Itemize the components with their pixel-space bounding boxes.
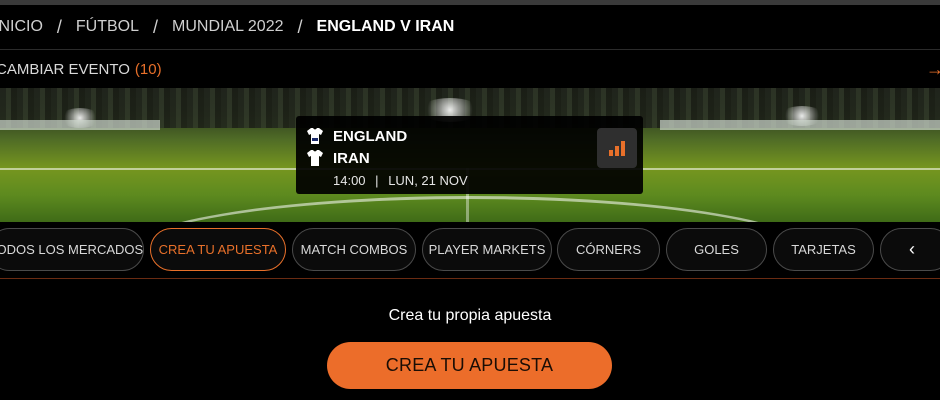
ad-board: [0, 120, 160, 130]
match-datetime: 14:00 | LUN, 21 NOV: [333, 173, 468, 188]
breadcrumb-current-event: ENGLAND V IRAN: [316, 18, 455, 35]
tab-label: CÓRNERS: [575, 242, 641, 257]
breadcrumb-separator: /: [56, 16, 62, 37]
arrow-right-icon[interactable]: →: [926, 59, 940, 80]
datetime-separator: |: [375, 173, 379, 188]
tab-cards[interactable]: TARJETAS: [773, 228, 874, 271]
tab-bet-builder[interactable]: CREA TU APUESTA: [150, 228, 286, 271]
bar-chart-bar: [609, 150, 613, 156]
away-team: IRAN: [306, 149, 370, 167]
tab-label: GOLES: [694, 242, 739, 257]
match-date: LUN, 21 NOV: [388, 173, 468, 188]
tab-goals[interactable]: GOLES: [666, 228, 767, 271]
tab-label: PLAYER MARKETS: [428, 242, 546, 257]
divider: [0, 278, 940, 279]
home-team: ENGLAND: [306, 127, 407, 145]
breadcrumb-football[interactable]: FÚTBOL: [76, 18, 139, 36]
tab-label: MATCH COMBOS: [300, 242, 408, 257]
tab-player-markets[interactable]: PLAYER MARKETS: [422, 228, 552, 271]
match-time: 14:00: [333, 173, 366, 188]
tab-corners[interactable]: CÓRNERS: [557, 228, 660, 271]
tab-all-markets[interactable]: TODOS LOS MERCADOS: [0, 228, 144, 271]
change-event-label: CAMBIAR EVENTO: [0, 60, 130, 78]
bar-chart-bar: [621, 141, 625, 156]
bar-chart-bar: [615, 146, 619, 156]
breadcrumb-world-cup[interactable]: MUNDIAL 2022: [172, 18, 283, 36]
event-count: (10): [134, 60, 162, 78]
match-card[interactable]: ENGLAND IRAN 14:00 | LUN, 21 NOV: [296, 116, 643, 194]
breadcrumb-home[interactable]: INICIO: [0, 18, 43, 36]
chevron-left-icon[interactable]: ‹: [880, 228, 940, 271]
breadcrumb-separator: /: [153, 16, 159, 37]
bet-builder-prompt: Crea tu propia apuesta: [388, 307, 552, 324]
bar-chart-icon[interactable]: [597, 128, 637, 168]
change-event-bar[interactable]: CAMBIAR EVENTO (10) →: [0, 50, 940, 88]
tab-match-combos[interactable]: MATCH COMBOS: [292, 228, 416, 271]
breadcrumb-separator: /: [297, 16, 303, 37]
tab-label: CREA TU APUESTA: [158, 242, 278, 257]
ad-board: [660, 120, 940, 130]
breadcrumb: INICIO / FÚTBOL / MUNDIAL 2022 / ENGLAND…: [0, 5, 940, 49]
create-bet-button[interactable]: CREA TU APUESTA: [327, 342, 612, 389]
away-team-name: IRAN: [333, 149, 370, 167]
market-tabs: TODOS LOS MERCADOS CREA TU APUESTA MATCH…: [0, 226, 940, 274]
home-team-name: ENGLAND: [333, 127, 408, 145]
create-bet-button-label: CREA TU APUESTA: [385, 355, 554, 375]
away-shirt-icon: [307, 150, 323, 166]
tab-label: TARJETAS: [791, 242, 856, 257]
tab-label: TODOS LOS MERCADOS: [0, 242, 144, 257]
pitch-center-circle: [120, 196, 820, 222]
home-shirt-icon: [307, 128, 323, 144]
